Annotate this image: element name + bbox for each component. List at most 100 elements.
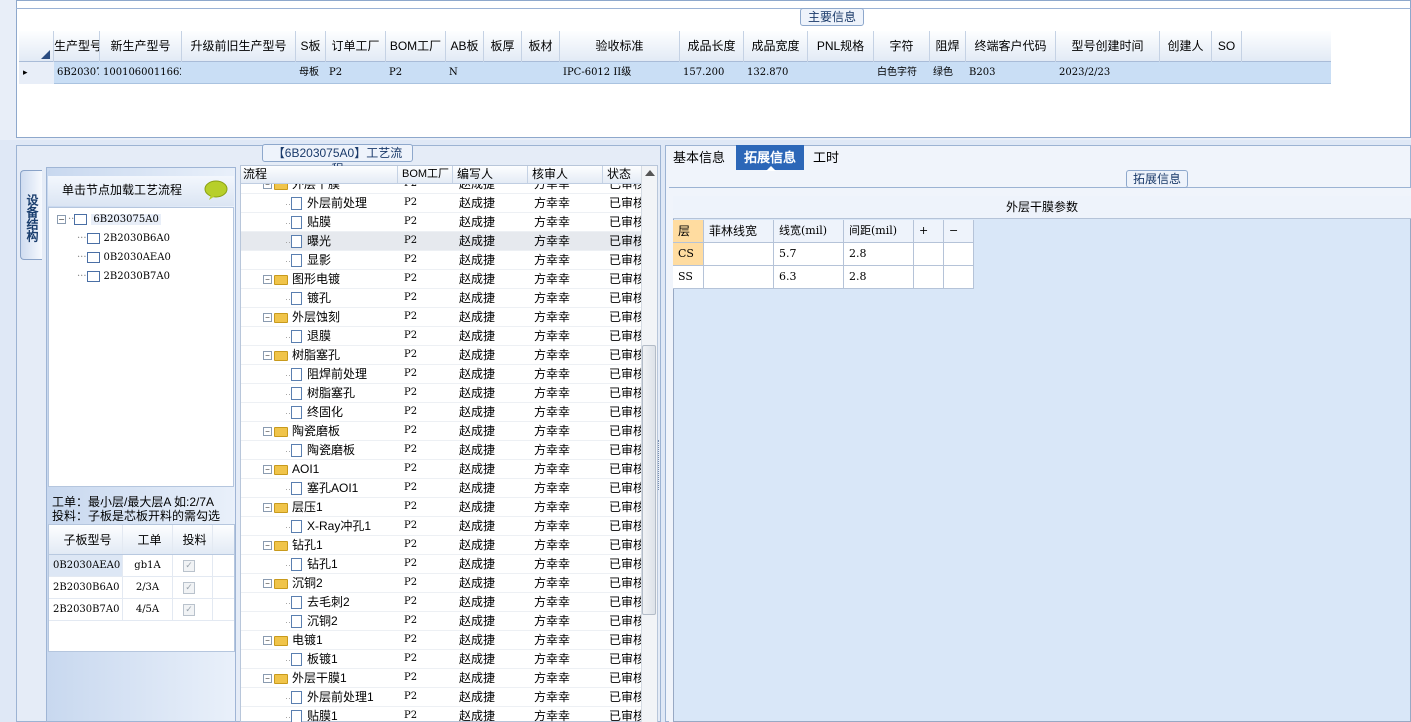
col-header[interactable]: 新生产型号	[100, 31, 182, 62]
bom-cell[interactable]: P2	[398, 232, 453, 250]
process-row[interactable]: − 树脂塞孔 P2 赵成捷 方幸幸 已审核	[241, 346, 641, 365]
flow-cell[interactable]: ·· 去毛刺2	[241, 593, 398, 611]
flow-cell[interactable]: ·· 退膜	[241, 327, 398, 345]
col-header[interactable]: 成品长度	[680, 31, 744, 62]
status-cell[interactable]: 已审核	[603, 555, 641, 573]
flow-cell[interactable]: ·· 阻焊前处理	[241, 365, 398, 383]
flow-cell[interactable]: ·· 贴膜	[241, 213, 398, 231]
reviewer-cell[interactable]: 方幸幸	[528, 251, 603, 269]
process-row[interactable]: ·· 外层前处理 P2 赵成捷 方幸幸 已审核	[241, 194, 641, 213]
collapse-icon[interactable]: −	[263, 579, 272, 589]
dry-film-row[interactable]: CS 5.7 2.8	[673, 243, 974, 266]
status-cell[interactable]: 已审核	[603, 270, 641, 288]
writer-cell[interactable]: 赵成捷	[453, 270, 528, 288]
col-header[interactable]: PNL规格	[808, 31, 874, 62]
col-status[interactable]: 状态	[603, 166, 641, 183]
reviewer-cell[interactable]: 方幸幸	[528, 184, 603, 193]
flow-cell[interactable]: ·· 外层前处理1	[241, 688, 398, 706]
dry-film-cell[interactable]	[944, 266, 974, 289]
main-grid-cell[interactable]: N	[446, 62, 484, 84]
writer-cell[interactable]: 赵成捷	[453, 650, 528, 668]
bom-cell[interactable]: P2	[398, 612, 453, 630]
remove-column-button[interactable]: −	[944, 220, 974, 243]
flow-cell[interactable]: − 树脂塞孔	[241, 346, 398, 364]
reviewer-cell[interactable]: 方幸幸	[528, 479, 603, 497]
status-cell[interactable]: 已审核	[603, 384, 641, 402]
col-reviewer[interactable]: 核审人	[528, 166, 603, 183]
writer-cell[interactable]: 赵成捷	[453, 688, 528, 706]
tab-work-hours[interactable]: 工时	[805, 145, 847, 170]
reviewer-cell[interactable]: 方幸幸	[528, 327, 603, 345]
tree-child-node[interactable]: ··· 2B2030B6A0	[49, 229, 233, 248]
feed-checkbox[interactable]: ✓	[183, 560, 195, 572]
bom-cell[interactable]: P2	[398, 707, 453, 722]
col-writer[interactable]: 编写人	[453, 166, 528, 183]
process-row[interactable]: ·· 显影 P2 赵成捷 方幸幸 已审核	[241, 251, 641, 270]
status-cell[interactable]: 已审核	[603, 479, 641, 497]
writer-cell[interactable]: 赵成捷	[453, 184, 528, 193]
scroll-up-icon[interactable]	[645, 170, 655, 176]
reviewer-cell[interactable]: 方幸幸	[528, 574, 603, 592]
bom-cell[interactable]: P2	[398, 441, 453, 459]
col-header[interactable]: AB板	[446, 31, 484, 62]
process-row[interactable]: ·· 贴膜 P2 赵成捷 方幸幸 已审核	[241, 213, 641, 232]
bom-cell[interactable]: P2	[398, 346, 453, 364]
col-flow[interactable]: 流程	[241, 166, 398, 183]
writer-cell[interactable]: 赵成捷	[453, 707, 528, 722]
sub-board-row[interactable]: 2B2030B6A0 2/3A ✓	[49, 577, 234, 599]
dry-film-cell[interactable]: SS	[673, 266, 704, 289]
bom-cell[interactable]: P2	[398, 213, 453, 231]
bom-cell[interactable]: P2	[398, 327, 453, 345]
process-row[interactable]: ·· 曝光 P2 赵成捷 方幸幸 已审核	[241, 232, 641, 251]
writer-cell[interactable]: 赵成捷	[453, 498, 528, 516]
writer-cell[interactable]: 赵成捷	[453, 612, 528, 630]
writer-cell[interactable]: 赵成捷	[453, 631, 528, 649]
col-header[interactable]: 订单工厂	[326, 31, 386, 62]
status-cell[interactable]: 已审核	[603, 289, 641, 307]
flow-cell[interactable]: − 图形电镀	[241, 270, 398, 288]
reviewer-cell[interactable]: 方幸幸	[528, 289, 603, 307]
col-header[interactable]: BOM工厂	[386, 31, 446, 62]
reviewer-cell[interactable]: 方幸幸	[528, 669, 603, 687]
status-cell[interactable]: 已审核	[603, 612, 641, 630]
dry-film-row[interactable]: SS 6.3 2.8	[673, 266, 974, 289]
col-header[interactable]: 板材	[522, 31, 560, 62]
process-row[interactable]: − 电镀1 P2 赵成捷 方幸幸 已审核	[241, 631, 641, 650]
bom-cell[interactable]: P2	[398, 251, 453, 269]
process-row[interactable]: ·· 塞孔AOI1 P2 赵成捷 方幸幸 已审核	[241, 479, 641, 498]
row-marker[interactable]: ▸	[19, 62, 54, 84]
flow-cell[interactable]: − 电镀1	[241, 631, 398, 649]
reviewer-cell[interactable]: 方幸幸	[528, 536, 603, 554]
reviewer-cell[interactable]: 方幸幸	[528, 631, 603, 649]
bom-cell[interactable]: P2	[398, 555, 453, 573]
reviewer-cell[interactable]: 方幸幸	[528, 517, 603, 535]
flow-cell[interactable]: ·· 板镀1	[241, 650, 398, 668]
process-row[interactable]: − 沉铜2 P2 赵成捷 方幸幸 已审核	[241, 574, 641, 593]
status-cell[interactable]: 已审核	[603, 688, 641, 706]
flow-cell[interactable]: ·· 沉铜2	[241, 612, 398, 630]
process-row[interactable]: ·· 镀孔 P2 赵成捷 方幸幸 已审核	[241, 289, 641, 308]
sub-model-cell[interactable]: 0B2030AEA0	[49, 555, 123, 576]
reviewer-cell[interactable]: 方幸幸	[528, 384, 603, 402]
dry-film-cell[interactable]: 6.3	[774, 266, 844, 289]
reviewer-cell[interactable]: 方幸幸	[528, 270, 603, 288]
bom-cell[interactable]: P2	[398, 384, 453, 402]
flow-cell[interactable]: ·· 曝光	[241, 232, 398, 250]
bom-cell[interactable]: P2	[398, 536, 453, 554]
col-header[interactable]: 终端客户代码	[966, 31, 1056, 62]
col-header[interactable]: S板	[296, 31, 326, 62]
sub-board-row[interactable]: 2B2030B7A0 4/5A ✓	[49, 599, 234, 621]
process-row[interactable]: ·· 退膜 P2 赵成捷 方幸幸 已审核	[241, 327, 641, 346]
writer-cell[interactable]: 赵成捷	[453, 251, 528, 269]
bom-cell[interactable]: P2	[398, 184, 453, 193]
collapse-icon[interactable]: −	[263, 541, 272, 551]
main-grid-cell[interactable]	[808, 62, 874, 84]
flow-cell[interactable]: − 外层干膜1	[241, 669, 398, 687]
flow-cell[interactable]: ·· 钻孔1	[241, 555, 398, 573]
tree-child-node[interactable]: ··· 2B2030B7A0	[49, 267, 233, 286]
status-cell[interactable]: 已审核	[603, 403, 641, 421]
reviewer-cell[interactable]: 方幸幸	[528, 707, 603, 722]
process-row[interactable]: ·· 终固化 P2 赵成捷 方幸幸 已审核	[241, 403, 641, 422]
main-grid-cell[interactable]: 母板	[296, 62, 326, 84]
flow-cell[interactable]: − 外层蚀刻	[241, 308, 398, 326]
